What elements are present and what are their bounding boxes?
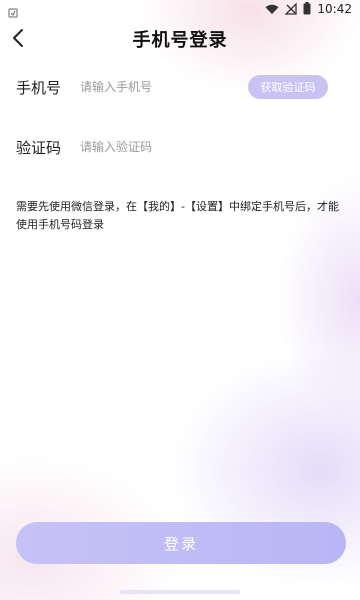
notification-icon <box>8 3 18 18</box>
code-input[interactable] <box>80 137 250 157</box>
no-signal-icon <box>284 0 298 19</box>
header: 手机号登录 <box>0 24 360 54</box>
notice-text: 需要先使用微信登录，在【我的】-【设置】中绑定手机号后，才能使用手机号码登录 <box>16 200 339 231</box>
code-label: 验证码 <box>16 139 62 157</box>
phone-input[interactable] <box>80 77 250 97</box>
status-bar: 10:42 <box>0 0 360 18</box>
page-title: 手机号登录 <box>132 30 228 51</box>
status-time: 10:42 <box>317 2 352 16</box>
phone-label: 手机号 <box>16 79 62 97</box>
wifi-icon <box>265 0 279 19</box>
code-row: 验证码 <box>16 134 344 162</box>
login-screen: 10:42 手机号登录 手机号 获取验证码 验证码 需要先使用微信登录，在【我的… <box>0 0 360 600</box>
battery-icon <box>303 0 311 19</box>
get-code-button[interactable]: 获取验证码 <box>248 75 328 99</box>
login-button[interactable]: 登录 <box>16 522 346 564</box>
home-indicator <box>120 590 240 594</box>
phone-row: 手机号 获取验证码 <box>16 74 344 102</box>
